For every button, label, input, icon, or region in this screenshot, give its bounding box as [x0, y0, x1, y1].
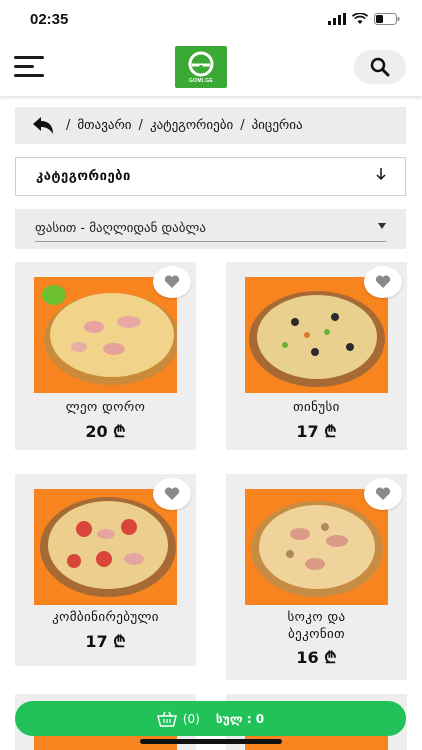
cellular-signal-icon — [328, 13, 346, 25]
product-card[interactable]: თინუსი 17 ₾ — [226, 262, 407, 450]
product-card[interactable]: ლეო დორო 20 ₾ — [15, 262, 196, 450]
product-image[interactable] — [245, 277, 388, 393]
breadcrumb-separator: / — [66, 118, 71, 133]
product-image[interactable] — [34, 489, 177, 605]
product-name[interactable]: კომბინირებული — [23, 609, 188, 626]
heart-icon — [375, 487, 391, 500]
product-price: 17 ₾ — [85, 632, 126, 651]
heart-icon — [375, 275, 391, 288]
sort-select-value: ფასით - მაღლიდან დაბლა — [35, 221, 206, 236]
gomi-logo[interactable]: GOMI.GE — [175, 46, 227, 88]
battery-icon — [374, 13, 400, 25]
sort-select[interactable]: ფასით - მაღლიდან დაბლა — [15, 209, 406, 249]
cart-count: (0) — [182, 711, 200, 726]
sort-underline — [35, 241, 386, 242]
home-indicator — [140, 739, 282, 744]
breadcrumb: / მთავარი / კატეგორიები / პიცერია — [15, 107, 406, 144]
favorite-button[interactable] — [364, 478, 402, 510]
back-arrow-icon[interactable] — [31, 116, 55, 135]
product-image[interactable] — [34, 277, 177, 393]
cart-bar[interactable]: (0) სულ : 0 — [15, 701, 406, 736]
pizza-image — [245, 489, 388, 605]
product-price: 20 ₾ — [85, 422, 126, 441]
favorite-button[interactable] — [153, 478, 191, 510]
product-name[interactable]: თინუსი — [234, 399, 399, 416]
product-price: 16 ₾ — [296, 648, 337, 667]
breadcrumb-home[interactable]: მთავარი — [77, 118, 131, 133]
product-card[interactable]: კომბინირებული 17 ₾ — [15, 474, 196, 666]
arrow-down-icon — [376, 168, 386, 181]
heart-icon — [164, 487, 180, 500]
wifi-icon — [352, 13, 368, 24]
logo-mark-icon — [188, 51, 214, 76]
pizza-image — [245, 277, 388, 393]
category-dropdown[interactable]: კატეგორიები — [15, 157, 406, 196]
category-dropdown-label: კატეგორიები — [36, 169, 131, 184]
search-button[interactable] — [354, 50, 406, 84]
status-icons — [328, 13, 400, 25]
favorite-button[interactable] — [364, 266, 402, 298]
logo-text: GOMI.GE — [188, 77, 214, 84]
menu-button[interactable] — [14, 54, 48, 80]
favorite-button[interactable] — [153, 266, 191, 298]
status-bar: 02:35 — [0, 0, 422, 40]
basket-icon — [156, 711, 177, 727]
breadcrumb-categories[interactable]: კატეგორიები — [150, 118, 233, 133]
product-image[interactable] — [245, 489, 388, 605]
product-card[interactable]: სოკო და ბეკონით 16 ₾ — [226, 474, 407, 680]
heart-icon — [164, 275, 180, 288]
search-icon — [370, 57, 390, 77]
product-price: 17 ₾ — [296, 422, 337, 441]
product-name[interactable]: ლეო დორო — [23, 399, 188, 416]
breadcrumb-current: პიცერია — [251, 118, 303, 133]
status-time: 02:35 — [30, 11, 69, 28]
breadcrumb-separator: / — [138, 118, 143, 133]
cart-total: სულ : 0 — [215, 711, 265, 726]
breadcrumb-separator: / — [240, 118, 245, 133]
caret-down-icon — [378, 223, 386, 229]
app-header: GOMI.GE — [0, 40, 422, 96]
pizza-image — [34, 277, 177, 393]
product-name[interactable]: სოკო და ბეკონით — [234, 609, 399, 643]
pizza-image — [34, 489, 177, 605]
